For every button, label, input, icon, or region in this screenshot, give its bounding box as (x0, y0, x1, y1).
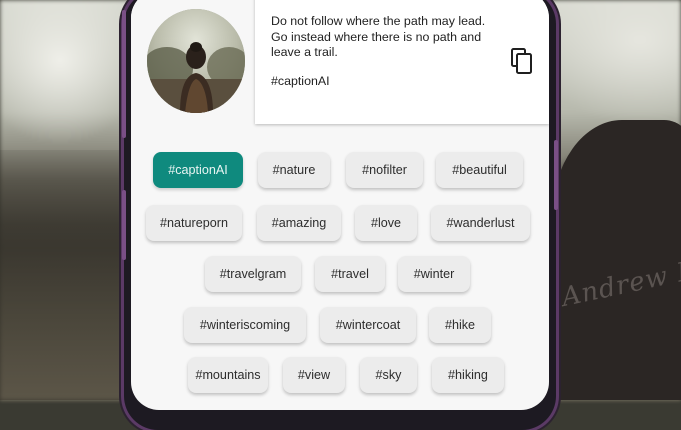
hashtag-chip[interactable]: #wintercoat (320, 307, 416, 343)
photo-thumbnail-image (147, 9, 245, 113)
hashtag-chip[interactable]: #hiking (432, 357, 504, 393)
photo-panel (131, 0, 255, 124)
hashtag-chip[interactable]: #natureporn (146, 205, 242, 241)
hashtag-chip[interactable]: #travelgram (205, 256, 301, 292)
phone-side-button (554, 140, 558, 210)
photo-thumbnail (147, 9, 245, 113)
hashtag-chip[interactable]: #winter (398, 256, 470, 292)
hashtag-chip[interactable]: #wanderlust (431, 205, 530, 241)
phone-side-button (122, 190, 126, 260)
hashtag-chip[interactable]: #amazing (257, 205, 341, 241)
caption-hashtag: #captionAI (271, 74, 330, 88)
hashtag-chip[interactable]: #captionAI (153, 152, 243, 188)
hashtag-chip[interactable]: #sky (360, 357, 417, 393)
hashtag-chip[interactable]: #winteriscoming (184, 307, 306, 343)
copy-icon[interactable] (511, 48, 533, 74)
hashtag-chip[interactable]: #mountains (188, 357, 268, 393)
app-screen: Do not follow where the path may lead. G… (131, 0, 549, 410)
hashtag-chip[interactable]: #beautiful (436, 152, 523, 188)
hashtag-chip[interactable]: #love (355, 205, 417, 241)
caption-card: Do not follow where the path may lead. G… (255, 0, 549, 124)
hashtag-chip[interactable]: #nofilter (346, 152, 423, 188)
background-beanie (552, 120, 681, 400)
hashtag-chip[interactable]: #hike (429, 307, 491, 343)
hashtag-chip[interactable]: #view (283, 357, 345, 393)
copy-icon-glyph (511, 48, 532, 74)
hashtag-chip[interactable]: #nature (258, 152, 330, 188)
phone-side-button (122, 10, 126, 138)
hashtag-chip[interactable]: #travel (315, 256, 385, 292)
caption-text: Do not follow where the path may lead. G… (271, 14, 486, 59)
background-shadow (0, 150, 130, 400)
